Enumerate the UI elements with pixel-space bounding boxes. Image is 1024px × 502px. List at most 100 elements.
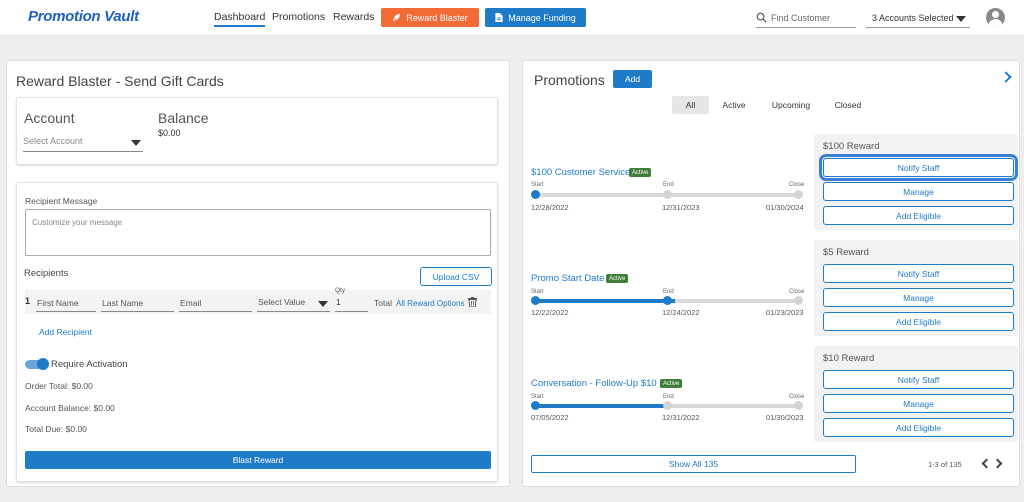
manage-button[interactable]: Manage	[823, 288, 1014, 307]
upload-csv-button[interactable]: Upload CSV	[420, 267, 492, 286]
status-badge: Active	[660, 379, 683, 388]
add-recipient-link[interactable]: Add Recipient	[39, 327, 92, 337]
promotion-name-1[interactable]: $100 Customer Service	[531, 167, 630, 178]
timeline-start-dot	[531, 190, 540, 199]
order-total: Order Total: $0.00	[25, 381, 93, 391]
account-balance: Account Balance: $0.00	[25, 403, 115, 413]
notify-staff-button[interactable]: Notify Staff	[823, 370, 1014, 389]
timeline-start-dot	[531, 401, 540, 410]
promotion-name-2[interactable]: Promo Start Date	[531, 273, 604, 284]
email-placeholder: Email	[180, 298, 202, 308]
timeline-progress	[535, 299, 676, 303]
add-eligible-label: Add Eligible	[896, 210, 941, 221]
add-label: Add	[624, 74, 641, 84]
reward-blaster-button[interactable]: Reward Blaster	[381, 8, 479, 27]
balance-value: $0.00	[158, 128, 181, 138]
timeline-close-dot	[794, 190, 803, 199]
timeline-close-dot	[794, 401, 803, 410]
recipient-message-label: Recipient Message	[25, 196, 98, 206]
require-activation-toggle[interactable]	[25, 358, 49, 370]
total-due: Total Due: $0.00	[25, 424, 87, 434]
timeline-end-dot	[663, 296, 672, 305]
reward-title-3: $10 Reward	[823, 353, 875, 364]
accounts-selector[interactable]: 3 Accounts Selected	[866, 8, 970, 28]
top-navbar: Promotion Vault Dashboard Promotions Rew…	[0, 0, 1024, 36]
add-eligible-button[interactable]: Add Eligible	[823, 206, 1014, 225]
timeline-start-dot	[531, 296, 540, 305]
recipient-message-textarea[interactable]: Customize your message	[25, 209, 491, 256]
reward-value-select[interactable]: Select Value	[257, 295, 330, 312]
notify-staff-button[interactable]: Notify Staff	[819, 154, 1018, 181]
reward-blaster-label: Reward Blaster	[406, 12, 468, 23]
total-label: Total	[374, 298, 392, 308]
accounts-selected-label: 3 Accounts Selected	[872, 12, 954, 23]
timeline-end-label: End	[663, 182, 674, 188]
first-name-input[interactable]: First Name	[36, 296, 96, 312]
nav-promotions[interactable]: Promotions	[272, 11, 325, 23]
pagination-info: 1-3 of 135	[928, 460, 962, 469]
tab-closed[interactable]: Closed	[828, 96, 868, 114]
logo-text: Promotion Vault	[28, 7, 139, 25]
timeline-end-dot	[663, 401, 672, 410]
chevron-down-icon	[131, 140, 141, 146]
search-input[interactable]: Find Customer	[771, 13, 830, 23]
tab-closed-label: Closed	[834, 100, 862, 110]
timeline-close-dot	[794, 296, 803, 305]
chevron-down-icon	[318, 301, 328, 307]
notify-staff-label: Notify Staff	[897, 162, 940, 173]
reward-title-1: $100 Reward	[823, 141, 880, 152]
notify-staff-button[interactable]: Notify Staff	[823, 264, 1014, 283]
notify-staff-label: Notify Staff	[897, 374, 940, 385]
notify-staff-label: Notify Staff	[897, 268, 940, 279]
manage-funding-button[interactable]: Manage Funding	[485, 8, 586, 27]
upload-csv-label: Upload CSV	[432, 271, 480, 282]
message-placeholder: Customize your message	[32, 218, 123, 227]
start-date: 07/05/2022	[531, 413, 569, 422]
add-eligible-button[interactable]: Add Eligible	[823, 312, 1014, 331]
nav-dashboard[interactable]: Dashboard	[214, 11, 266, 27]
timeline-progress	[535, 404, 668, 408]
tab-active[interactable]: Active	[716, 96, 752, 114]
tab-all[interactable]: All	[672, 96, 709, 114]
require-activation-label: Require Activation	[51, 359, 128, 370]
last-name-input[interactable]: Last Name	[101, 296, 174, 312]
nav-rewards[interactable]: Rewards	[333, 11, 374, 23]
reward-title-2: $5 Reward	[823, 247, 869, 258]
customer-search[interactable]: Find Customer	[756, 8, 856, 28]
qty-value: 1	[336, 297, 341, 307]
all-reward-options-link[interactable]: All Reward Options	[396, 299, 464, 308]
timeline-close-label: Close	[789, 394, 805, 400]
tab-upcoming[interactable]: Upcoming	[766, 96, 816, 114]
add-promotion-button[interactable]: Add	[613, 70, 652, 88]
add-eligible-button[interactable]: Add Eligible	[823, 418, 1014, 437]
trash-icon[interactable]	[468, 297, 477, 307]
chevron-down-icon	[956, 16, 966, 22]
timeline-start-label: Start	[531, 182, 544, 188]
start-date: 12/28/2022	[531, 203, 569, 212]
account-label: Account	[24, 110, 75, 126]
manage-label: Manage	[903, 186, 934, 197]
show-all-label: Show All 135	[668, 459, 719, 469]
end-date: 12/24/2022	[662, 308, 700, 317]
close-date: 01/30/2024	[766, 203, 804, 212]
account-select-placeholder: Select Account	[23, 136, 83, 146]
promotion-vault-logo[interactable]: Promotion Vault	[28, 5, 139, 27]
reward-blaster-title: Reward Blaster - Send Gift Cards	[16, 73, 224, 89]
add-eligible-label: Add Eligible	[896, 422, 941, 433]
blast-reward-button[interactable]: Blast Reward	[25, 451, 491, 469]
manage-button[interactable]: Manage	[823, 394, 1014, 413]
account-select[interactable]: Select Account	[23, 134, 143, 152]
manage-button[interactable]: Manage	[823, 182, 1014, 201]
status-badge: Active	[606, 274, 629, 283]
show-all-button[interactable]: Show All 135	[531, 455, 856, 473]
promotion-name-3[interactable]: Conversation - Follow-Up $10	[531, 378, 657, 389]
qty-input[interactable]: 1	[335, 295, 368, 312]
row-number: 1	[25, 296, 31, 306]
user-avatar[interactable]	[986, 8, 1005, 27]
rocket-icon	[393, 13, 401, 22]
timeline-end-dot	[663, 190, 672, 199]
timeline-start-label: Start	[531, 394, 544, 400]
email-input[interactable]: Email	[179, 296, 252, 312]
promotions-title: Promotions	[534, 72, 605, 88]
recipients-label: Recipients	[24, 268, 69, 279]
